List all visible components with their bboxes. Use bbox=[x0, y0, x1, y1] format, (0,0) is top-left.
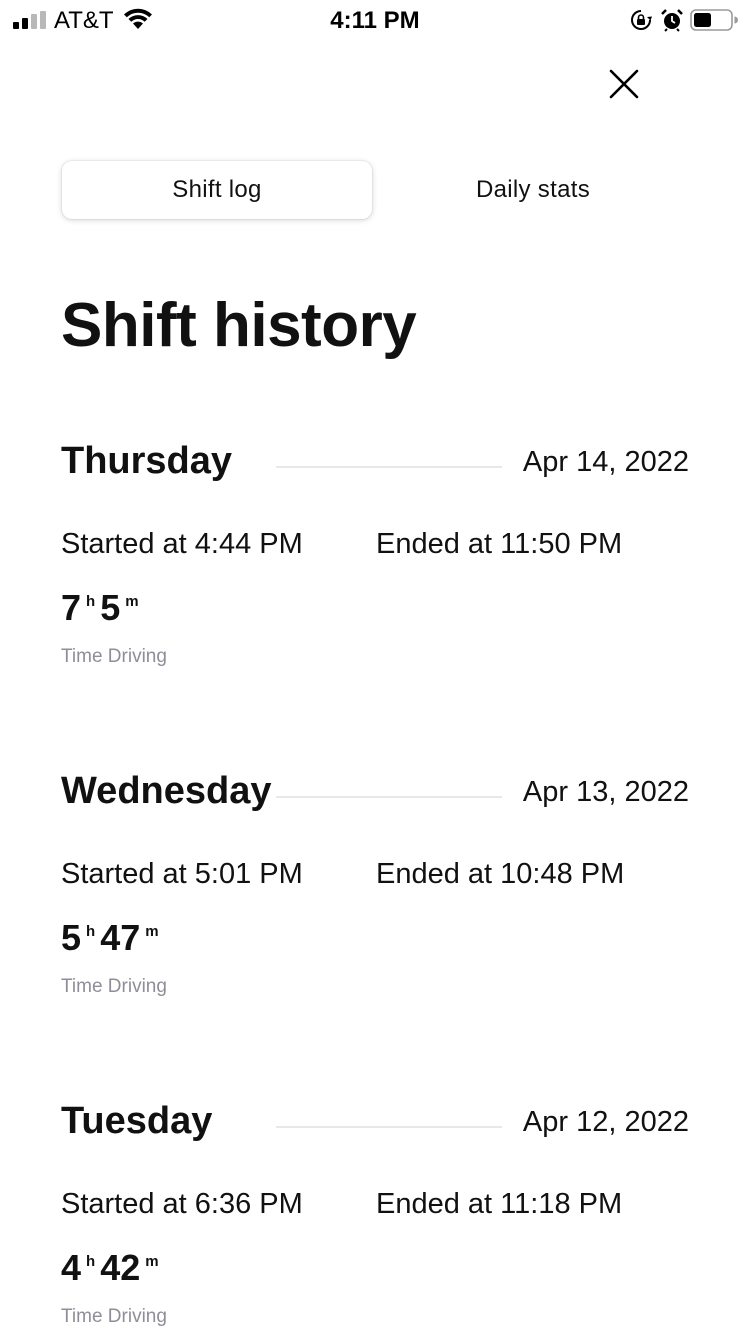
time-driving-label: Time Driving bbox=[61, 1306, 167, 1327]
duration-minutes-unit: m bbox=[145, 923, 159, 940]
shift-end-time: Ended at 11:18 PM bbox=[376, 1188, 623, 1220]
shift-day: Wednesday bbox=[61, 770, 272, 812]
duration-hours: 7 bbox=[61, 587, 82, 628]
duration-hours-unit: h bbox=[86, 923, 96, 940]
rotation-lock-icon bbox=[631, 10, 652, 30]
divider bbox=[276, 796, 502, 798]
duration-minutes: 47 bbox=[100, 917, 141, 958]
time-driving-label: Time Driving bbox=[61, 646, 167, 667]
shift-entry: Wednesday Apr 13, 2022 Started at 5:01 P… bbox=[61, 770, 691, 1010]
duration-hours-unit: h bbox=[86, 1253, 96, 1270]
page-title: Shift history bbox=[61, 291, 417, 360]
shift-entry: Tuesday Apr 12, 2022 Started at 6:36 PM … bbox=[61, 1100, 691, 1334]
time-driving-value: 7 h 5 m bbox=[61, 586, 144, 630]
shift-date: Apr 14, 2022 bbox=[522, 446, 689, 478]
shift-day: Thursday bbox=[61, 440, 233, 482]
shift-date: Apr 13, 2022 bbox=[522, 776, 689, 808]
alarm-clock-icon bbox=[661, 9, 683, 32]
battery-icon bbox=[690, 9, 738, 31]
shift-start-time: Started at 4:44 PM bbox=[61, 528, 303, 560]
shift-date: Apr 12, 2022 bbox=[522, 1106, 689, 1138]
shift-entry: Thursday Apr 14, 2022 Started at 4:44 PM… bbox=[61, 440, 691, 680]
duration-minutes-unit: m bbox=[145, 1253, 159, 1270]
divider bbox=[276, 1126, 502, 1128]
view-tabs: Shift log Daily stats bbox=[62, 161, 688, 219]
tab-shift-log[interactable]: Shift log bbox=[62, 161, 372, 219]
duration-minutes: 42 bbox=[100, 1247, 141, 1288]
duration-hours: 4 bbox=[61, 1247, 82, 1288]
time-driving-label: Time Driving bbox=[61, 976, 167, 997]
close-icon bbox=[609, 69, 639, 99]
close-button[interactable] bbox=[600, 60, 648, 108]
shift-end-time: Ended at 11:50 PM bbox=[376, 528, 623, 560]
duration-hours: 5 bbox=[61, 917, 82, 958]
status-bar: AT&T 4:11 PM bbox=[0, 0, 750, 40]
shift-end-time: Ended at 10:48 PM bbox=[376, 858, 625, 890]
duration-minutes-unit: m bbox=[125, 593, 139, 610]
divider bbox=[276, 466, 502, 468]
shift-start-time: Started at 6:36 PM bbox=[61, 1188, 303, 1220]
tab-daily-stats[interactable]: Daily stats bbox=[378, 161, 688, 219]
duration-hours-unit: h bbox=[86, 593, 96, 610]
shift-day: Tuesday bbox=[61, 1100, 213, 1142]
time-driving-value: 5 h 47 m bbox=[61, 916, 164, 960]
duration-minutes: 5 bbox=[100, 587, 121, 628]
shift-start-time: Started at 5:01 PM bbox=[61, 858, 303, 890]
time-driving-value: 4 h 42 m bbox=[61, 1246, 164, 1290]
